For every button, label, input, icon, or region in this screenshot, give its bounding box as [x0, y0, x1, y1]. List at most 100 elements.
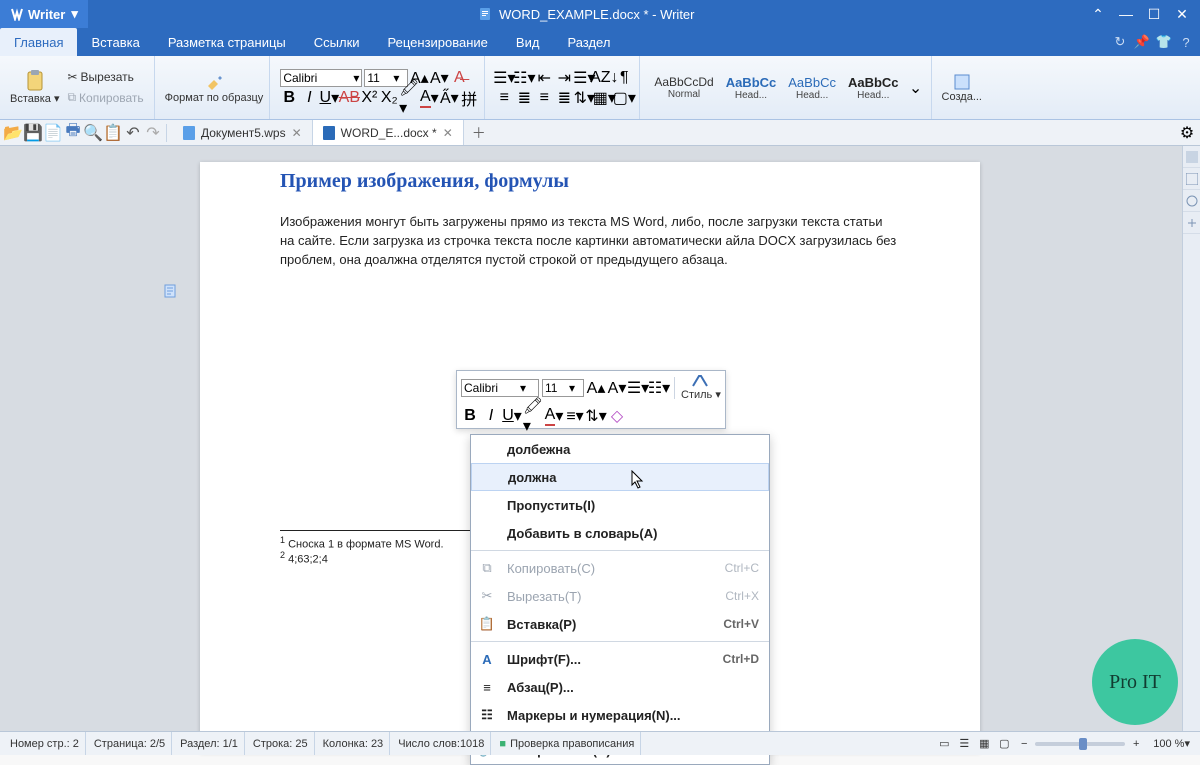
increase-indent-button[interactable]: ⇥ [555, 69, 573, 87]
mini-increase-font-icon[interactable]: A▴ [587, 379, 605, 397]
mini-highlight-button[interactable]: 🖍▾ [524, 407, 542, 425]
ctx-skip[interactable]: Пропустить(I) [471, 491, 769, 519]
mini-italic-button[interactable]: I [482, 407, 500, 425]
style-heading2[interactable]: AaBbCcHead... [784, 75, 840, 101]
tab-review[interactable]: Рецензирование [374, 28, 502, 56]
numbering-button[interactable]: ☷▾ [515, 69, 533, 87]
status-page[interactable]: Страница: 2/5 [88, 732, 172, 755]
doc-tab-2[interactable]: WORD_E...docx * ✕ [313, 120, 464, 145]
mini-eraser-icon[interactable]: ◇ [608, 407, 626, 425]
save-icon[interactable]: 💾 [24, 124, 42, 142]
mini-bold-button[interactable]: B [461, 407, 479, 425]
help-icon[interactable]: ? [1176, 32, 1196, 52]
ctx-bullets[interactable]: ☷Маркеры и нумерация(N)... [471, 701, 769, 729]
right-strip-btn3[interactable] [1183, 190, 1200, 212]
tab-page-layout[interactable]: Разметка страницы [154, 28, 300, 56]
app-menu-button[interactable]: Writer ▾ [0, 0, 88, 28]
font-selector[interactable]: ▾ [280, 69, 362, 87]
subscript-button[interactable]: X₂ [380, 89, 398, 107]
phonetic-button[interactable]: 拼 [460, 89, 478, 107]
new-tab-button[interactable]: ＋ [464, 123, 494, 143]
view-normal-icon[interactable]: ▢ [995, 735, 1013, 753]
align-center-button[interactable]: ≣ [515, 89, 533, 107]
clear-format-icon[interactable]: A̶ [450, 69, 468, 87]
status-spellcheck[interactable]: ■Проверка правописания [493, 732, 641, 755]
right-strip-btn1[interactable] [1183, 146, 1200, 168]
view-web-icon[interactable]: ▦ [975, 735, 993, 753]
status-words[interactable]: Число слов:1018 [392, 732, 491, 755]
zoom-slider[interactable] [1035, 742, 1125, 746]
pin-icon[interactable]: 📌 [1132, 32, 1152, 52]
italic-button[interactable]: I [300, 89, 318, 107]
ctx-paragraph[interactable]: ≡Абзац(P)... [471, 673, 769, 701]
refresh-icon[interactable]: ↻ [1110, 32, 1130, 52]
bold-button[interactable]: B [280, 89, 298, 107]
shirt-icon[interactable]: 👕 [1154, 32, 1174, 52]
sort-button[interactable]: AZ↓ [595, 69, 613, 87]
show-marks-button[interactable]: ¶ [615, 69, 633, 87]
mini-bullets-icon[interactable]: ☰▾ [629, 379, 647, 397]
settings-icon[interactable]: ⚙ [1178, 124, 1196, 142]
ctx-font[interactable]: AШрифт(F)...Ctrl+D [471, 645, 769, 673]
right-strip-btn4[interactable] [1183, 212, 1200, 234]
mini-underline-button[interactable]: U▾ [503, 407, 521, 425]
align-left-button[interactable]: ≡ [495, 89, 513, 107]
line-spacing-button[interactable]: ⇅▾ [575, 89, 593, 107]
undo-icon[interactable]: ↶ [124, 124, 142, 142]
align-right-button[interactable]: ≡ [535, 89, 553, 107]
superscript-button[interactable]: X² [360, 89, 378, 107]
tab-view[interactable]: Вид [502, 28, 554, 56]
zoom-value[interactable]: 100 % ▾ [1147, 732, 1196, 755]
format-painter-button[interactable]: Формат по образцу [165, 72, 264, 104]
export-pdf-icon[interactable]: 📄 [44, 124, 62, 142]
highlight-button[interactable]: 🖍▾ [400, 89, 418, 107]
status-line[interactable]: Строка: 25 [247, 732, 315, 755]
align-justify-button[interactable]: ≣ [555, 89, 573, 107]
close-tab-icon[interactable]: ✕ [292, 126, 302, 140]
ctx-paste[interactable]: 📋Вставка(P)Ctrl+V [471, 610, 769, 638]
status-page-no[interactable]: Номер стр.: 2 [4, 732, 86, 755]
close-tab-icon[interactable]: ✕ [443, 126, 453, 140]
mini-spacing-button[interactable]: ⇅▾ [587, 407, 605, 425]
paste-icon[interactable]: 📋 [104, 124, 122, 142]
mini-font-selector[interactable]: ▾ [461, 379, 539, 397]
view-outline-icon[interactable]: ☰ [955, 735, 973, 753]
status-section[interactable]: Раздел: 1/1 [174, 732, 245, 755]
ctx-suggestion-2[interactable]: должна [471, 463, 769, 491]
ctx-add-dictionary[interactable]: Добавить в словарь(A) [471, 519, 769, 547]
mini-decrease-font-icon[interactable]: A▾ [608, 379, 626, 397]
style-heading3[interactable]: AaBbCcHead... [844, 75, 903, 101]
ctx-suggestion-1[interactable]: долбежна [471, 435, 769, 463]
paragraph-marker-icon[interactable] [160, 282, 180, 300]
decrease-font-icon[interactable]: A▾ [430, 69, 448, 87]
close-window-button[interactable]: ✕ [1170, 4, 1194, 24]
borders-button[interactable]: ▢▾ [615, 89, 633, 107]
font-color-button[interactable]: A▾ [420, 89, 438, 107]
ctx-copy[interactable]: ⧉Копировать(C)Ctrl+C [471, 554, 769, 582]
copy-button[interactable]: ⧉Копировать [63, 88, 147, 107]
view-page-icon[interactable]: ▭ [935, 735, 953, 753]
shading-button[interactable]: ▦▾ [595, 89, 613, 107]
new-style-button[interactable]: Созда... [942, 73, 982, 103]
styles-more-button[interactable]: ⌄ [907, 79, 925, 97]
open-icon[interactable]: 📂 [4, 124, 22, 142]
style-normal[interactable]: AaBbCcDdNormal [650, 75, 717, 100]
char-effects-button[interactable]: A̋▾ [440, 89, 458, 107]
decrease-indent-button[interactable]: ⇤ [535, 69, 553, 87]
style-heading1[interactable]: AaBbCcHead... [722, 75, 781, 101]
right-strip-btn2[interactable] [1183, 168, 1200, 190]
mini-numbering-icon[interactable]: ☷▾ [650, 379, 668, 397]
redo-icon[interactable]: ↷ [144, 124, 162, 142]
mini-font-color-button[interactable]: A▾ [545, 407, 563, 425]
tab-insert[interactable]: Вставка [77, 28, 153, 56]
bullets-button[interactable]: ☰▾ [495, 69, 513, 87]
mini-style-button[interactable]: Стиль ▾ [681, 374, 721, 401]
print-preview-icon[interactable]: 🔍 [84, 124, 102, 142]
tab-home[interactable]: Главная [0, 28, 77, 56]
maximize-button[interactable]: ☐ [1142, 4, 1166, 24]
zoom-out-button[interactable]: − [1015, 735, 1033, 753]
status-column[interactable]: Колонка: 23 [317, 732, 391, 755]
paste-button[interactable]: Вставка ▾ [10, 70, 59, 105]
tab-links[interactable]: Ссылки [300, 28, 374, 56]
zoom-in-button[interactable]: + [1127, 735, 1145, 753]
